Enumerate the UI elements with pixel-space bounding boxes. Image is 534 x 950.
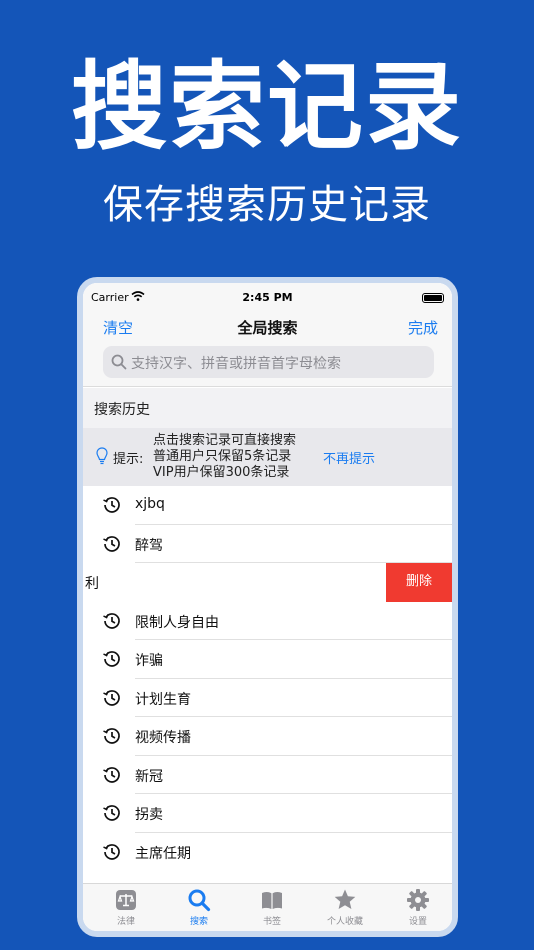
tab-settings[interactable]: 设置: [388, 888, 448, 927]
history-icon: [103, 497, 120, 513]
history-icon: [103, 843, 120, 860]
dismiss-tip-link[interactable]: 不再提示: [323, 448, 375, 467]
history-icon: [103, 766, 120, 783]
nav-bar: 清空 全局搜索 完成: [83, 309, 452, 343]
tab-bar: 法律 搜索 书签 个人收藏 设置: [83, 883, 452, 931]
history-row[interactable]: xjbq: [83, 486, 452, 525]
history-row[interactable]: 限制人身自由: [83, 601, 452, 640]
tab-label: 书签: [262, 917, 281, 927]
search-input[interactable]: 支持汉字、拼音或拼音首字母检索: [103, 346, 434, 378]
search-icon: [188, 889, 211, 912]
history-text: 计划生育: [135, 691, 191, 708]
history-row[interactable]: 计划生育: [83, 678, 452, 717]
history-row[interactable]: 视频传播: [83, 717, 452, 756]
search-bar: 支持汉字、拼音或拼音首字母检索: [83, 343, 452, 387]
delete-button[interactable]: 删除: [386, 563, 452, 602]
history-text: 利: [85, 576, 99, 592]
tab-label: 法律: [116, 917, 135, 927]
status-bar: Carrier 2:45 PM: [83, 283, 452, 309]
history-row[interactable]: 新冠: [83, 755, 452, 794]
tab-favorites[interactable]: 个人收藏: [315, 888, 375, 927]
phone-frame: Carrier 2:45 PM 清空 全局搜索 完成 支持汉字、拼音或拼音首字母…: [77, 277, 458, 937]
gear-icon: [407, 889, 429, 911]
history-text: 新冠: [135, 768, 163, 785]
search-icon: [111, 354, 127, 370]
tip-line: VIP用户保留300条记录: [153, 465, 290, 480]
section-title: 搜索历史: [94, 402, 150, 418]
lightbulb-icon: [96, 447, 108, 465]
battery-icon: [422, 293, 444, 303]
history-text: 醉驾: [135, 537, 163, 554]
search-placeholder: 支持汉字、拼音或拼音首字母检索: [131, 356, 341, 372]
star-icon: [334, 889, 356, 909]
history-row[interactable]: 诈骗: [83, 640, 452, 679]
tab-law[interactable]: 法律: [96, 888, 156, 927]
tab-label: 搜索: [189, 917, 208, 927]
status-time: 2:45 PM: [242, 291, 293, 304]
history-icon: [103, 689, 120, 706]
page-title: 全局搜索: [237, 319, 298, 337]
history-icon: [103, 612, 120, 629]
history-row[interactable]: 拐卖: [83, 794, 452, 833]
history-icon: [103, 651, 120, 667]
done-button[interactable]: 完成: [408, 317, 438, 338]
app-screen: Carrier 2:45 PM 清空 全局搜索 完成 支持汉字、拼音或拼音首字母…: [83, 283, 452, 931]
history-text: xjbq: [135, 496, 165, 512]
history-text: 视频传播: [135, 730, 191, 746]
history-text: 拐卖: [135, 807, 163, 823]
tab-bookmarks[interactable]: 书签: [242, 888, 302, 927]
history-list: xjbq 醉驾 利 删除 限制人身自由 诈骗 计划生育 视频传播 新冠 拐卖 主…: [83, 486, 452, 871]
tab-label: 设置: [408, 917, 427, 927]
history-icon: [103, 535, 120, 552]
tab-label: 个人收藏: [326, 917, 363, 927]
history-row-swiped[interactable]: 利 删除: [83, 563, 452, 602]
promo-title: 搜索记录: [71, 51, 463, 163]
history-text: 主席任期: [135, 845, 191, 862]
section-header: 搜索历史: [83, 388, 452, 428]
tip-text: 点击搜索记录可直接搜索 普通用户只保留5条记录 VIP用户保留300条记录: [153, 433, 296, 481]
tip-line: 普通用户只保留5条记录: [153, 449, 292, 464]
tab-search[interactable]: 搜索: [169, 888, 229, 927]
history-text: 诈骗: [135, 653, 163, 669]
tip-banner: 提示: 点击搜索记录可直接搜索 普通用户只保留5条记录 VIP用户保留300条记…: [83, 428, 452, 486]
history-icon: [103, 728, 120, 744]
history-text: 限制人身自由: [135, 614, 219, 631]
tip-label: 提示:: [113, 452, 144, 467]
tip-line: 点击搜索记录可直接搜索: [153, 433, 297, 448]
promo-subtitle: 保存搜索历史记录: [103, 182, 431, 228]
history-icon: [103, 805, 120, 821]
history-row[interactable]: 主席任期: [83, 832, 452, 871]
history-row[interactable]: 醉驾: [83, 524, 452, 563]
book-icon: [262, 892, 282, 909]
law-icon: [116, 890, 136, 910]
